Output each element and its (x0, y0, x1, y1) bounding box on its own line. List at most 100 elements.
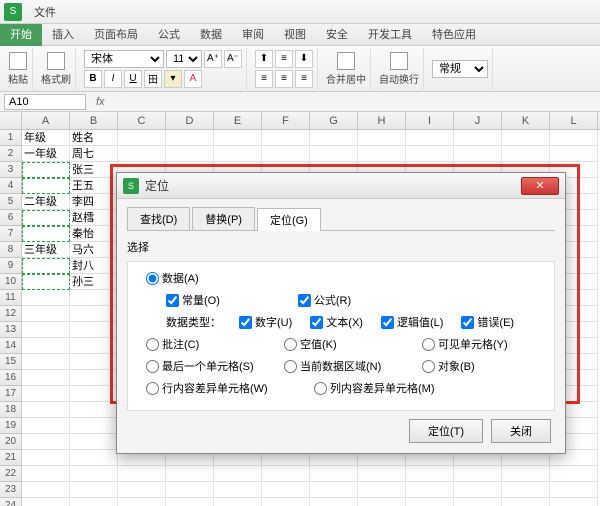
cell[interactable]: 赵樰 (70, 210, 118, 226)
cell[interactable] (22, 226, 70, 242)
row-header[interactable]: 15 (0, 354, 22, 370)
cell[interactable] (22, 258, 70, 274)
table-row[interactable]: 23 (0, 482, 600, 498)
row-header[interactable]: 3 (0, 162, 22, 178)
row-header[interactable]: 7 (0, 226, 22, 242)
font-name-select[interactable]: 宋体 (84, 50, 164, 68)
tab-security[interactable]: 安全 (316, 24, 358, 46)
cell[interactable] (262, 482, 310, 498)
goto-button[interactable]: 定位(T) (409, 419, 483, 443)
col-header[interactable]: C (118, 112, 166, 129)
align-mid-icon[interactable]: ≡ (275, 50, 293, 68)
cell[interactable] (22, 370, 70, 386)
chk-const[interactable]: 常量(O) (166, 292, 220, 308)
cell[interactable] (70, 402, 118, 418)
cell[interactable] (22, 482, 70, 498)
cell[interactable] (406, 498, 454, 506)
cell[interactable] (358, 482, 406, 498)
row-header[interactable]: 18 (0, 402, 22, 418)
col-header[interactable]: I (406, 112, 454, 129)
cell[interactable] (70, 354, 118, 370)
cell[interactable] (22, 322, 70, 338)
fill-color-button[interactable]: ▾ (164, 70, 182, 88)
cell[interactable] (310, 146, 358, 162)
row-header[interactable]: 10 (0, 274, 22, 290)
fx-icon[interactable]: fx (90, 96, 111, 108)
cell[interactable] (118, 466, 166, 482)
row-header[interactable]: 9 (0, 258, 22, 274)
col-header[interactable]: A (22, 112, 70, 129)
row-header[interactable]: 2 (0, 146, 22, 162)
align-center-icon[interactable]: ≡ (275, 70, 293, 88)
cell[interactable] (406, 466, 454, 482)
italic-button[interactable]: I (104, 70, 122, 88)
cell[interactable]: 李四 (70, 194, 118, 210)
cell[interactable] (550, 130, 598, 146)
format-painter-button[interactable]: 格式刷 (41, 52, 71, 86)
cell[interactable]: 封八 (70, 258, 118, 274)
cell[interactable] (70, 450, 118, 466)
close-dialog-button[interactable]: 关闭 (491, 419, 551, 443)
cell[interactable] (70, 290, 118, 306)
opt-blank[interactable]: 空值(K) (284, 336, 404, 352)
menu-file[interactable]: 文件 (26, 4, 64, 20)
cell[interactable] (166, 498, 214, 506)
col-header[interactable]: J (454, 112, 502, 129)
cell[interactable] (262, 498, 310, 506)
cell[interactable] (214, 130, 262, 146)
cell[interactable] (550, 146, 598, 162)
cell[interactable] (550, 482, 598, 498)
cell[interactable]: 姓名 (70, 130, 118, 146)
cell[interactable] (22, 162, 70, 178)
cell[interactable]: 王五 (70, 178, 118, 194)
cell[interactable] (70, 482, 118, 498)
cell[interactable] (310, 130, 358, 146)
cell[interactable] (502, 146, 550, 162)
cell[interactable] (214, 146, 262, 162)
cell[interactable] (358, 498, 406, 506)
underline-button[interactable]: U (124, 70, 142, 88)
bold-button[interactable]: B (84, 70, 102, 88)
cell[interactable] (214, 466, 262, 482)
row-header[interactable]: 21 (0, 450, 22, 466)
cell[interactable] (166, 482, 214, 498)
align-bot-icon[interactable]: ⬇ (295, 50, 313, 68)
cell[interactable]: 马六 (70, 242, 118, 258)
cell[interactable]: 秦怡 (70, 226, 118, 242)
cell[interactable] (454, 482, 502, 498)
row-header[interactable]: 22 (0, 466, 22, 482)
row-header[interactable]: 4 (0, 178, 22, 194)
row-header[interactable]: 12 (0, 306, 22, 322)
cell[interactable] (118, 498, 166, 506)
font-color-button[interactable]: A (184, 70, 202, 88)
col-header[interactable]: D (166, 112, 214, 129)
opt-object[interactable]: 对象(B) (422, 358, 475, 374)
cell[interactable] (70, 306, 118, 322)
cell[interactable] (70, 434, 118, 450)
tab-layout[interactable]: 页面布局 (84, 24, 148, 46)
cell[interactable]: 三年级 (22, 242, 70, 258)
cell[interactable] (22, 290, 70, 306)
align-left-icon[interactable]: ≡ (255, 70, 273, 88)
cell[interactable] (358, 130, 406, 146)
cell[interactable] (310, 466, 358, 482)
col-header[interactable]: B (70, 112, 118, 129)
cell[interactable] (22, 178, 70, 194)
cell[interactable] (454, 466, 502, 482)
table-row[interactable]: 2一年级周七 (0, 146, 600, 162)
col-header[interactable]: K (502, 112, 550, 129)
table-row[interactable]: 1年级姓名 (0, 130, 600, 146)
cell[interactable] (22, 498, 70, 506)
chk-formula[interactable]: 公式(R) (298, 292, 351, 308)
row-header[interactable]: 17 (0, 386, 22, 402)
cell[interactable] (22, 274, 70, 290)
col-header[interactable]: L (550, 112, 598, 129)
tab-find[interactable]: 查找(D) (127, 207, 190, 230)
cell[interactable] (310, 498, 358, 506)
cell[interactable] (70, 370, 118, 386)
paste-button[interactable]: 粘贴 (8, 52, 28, 86)
cell[interactable]: 周七 (70, 146, 118, 162)
col-header[interactable]: G (310, 112, 358, 129)
select-all-corner[interactable] (0, 112, 22, 129)
cell[interactable]: 二年级 (22, 194, 70, 210)
